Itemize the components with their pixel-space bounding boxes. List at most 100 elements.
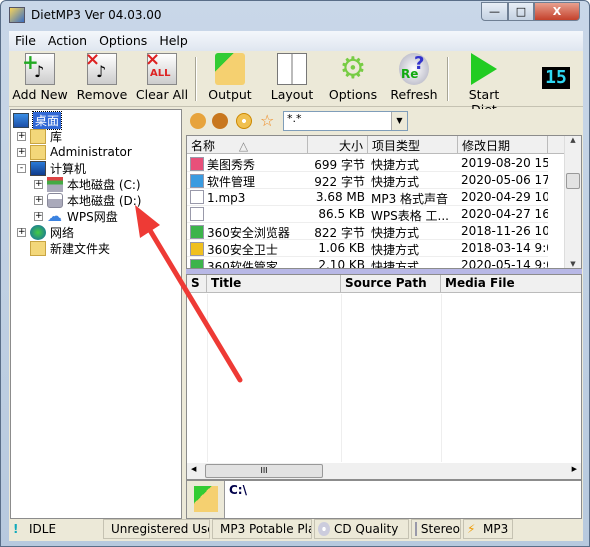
app-icon bbox=[9, 7, 25, 23]
add-new-button[interactable]: + ♪ Add New bbox=[12, 50, 68, 102]
tree-item-desktop[interactable]: 桌面 bbox=[13, 110, 63, 130]
tree-item-drive-d[interactable]: + 本地磁盘 (D:) bbox=[34, 192, 141, 208]
close-button[interactable]: X bbox=[534, 2, 580, 21]
cell-text: 软件管理 bbox=[207, 175, 256, 188]
file-icon bbox=[190, 190, 204, 204]
file-row[interactable]: 360安全浏览器 822 字节快捷方式 2018-11-26 10... bbox=[187, 223, 548, 240]
file-cell: 2018-03-14 9:05 bbox=[458, 240, 548, 256]
scroll-right-icon[interactable]: ▶ bbox=[572, 465, 577, 473]
refresh-button[interactable]: Re? Refresh bbox=[389, 53, 439, 102]
column-type[interactable]: 项目类型 bbox=[368, 136, 458, 153]
playlist[interactable]: S Title Source Path Media File ◀ III ▶ bbox=[186, 274, 582, 480]
scroll-thumb[interactable] bbox=[566, 173, 580, 189]
tools-icon[interactable] bbox=[190, 113, 206, 129]
file-row[interactable]: 360安全卫士 1.06 KB 快捷方式 2018-03-14 9:05 bbox=[187, 240, 548, 257]
output-label: Output bbox=[208, 87, 252, 102]
file-cell: 2018-11-26 10... bbox=[458, 223, 548, 239]
column-source-path[interactable]: Source Path bbox=[341, 275, 441, 292]
scroll-up-icon[interactable]: ▲ bbox=[565, 136, 581, 144]
speaker-icon[interactable] bbox=[212, 113, 228, 129]
scroll-down-icon[interactable]: ▼ bbox=[565, 260, 581, 268]
file-row[interactable]: 360软件管家 2.10 KB 快捷方式 2020-05-14 9:00 bbox=[187, 257, 548, 268]
expand-toggle[interactable]: + bbox=[34, 195, 43, 205]
column-modified[interactable]: 修改日期 bbox=[458, 136, 548, 153]
tree-item-administrator[interactable]: + Administrator bbox=[17, 144, 132, 160]
lcd-counter: 15 bbox=[542, 67, 570, 89]
column-size[interactable]: 大小 bbox=[308, 136, 368, 153]
tree-label: 桌面 bbox=[31, 110, 63, 130]
chevron-down-icon[interactable]: ▼ bbox=[391, 112, 407, 130]
minimize-button[interactable]: — bbox=[481, 2, 508, 21]
file-cell: 1.mp3 bbox=[187, 189, 308, 205]
cd-icon[interactable] bbox=[236, 113, 252, 129]
tree-label: 新建文件夹 bbox=[50, 241, 111, 256]
maximize-button[interactable]: □ bbox=[508, 2, 534, 21]
file-cell: 美图秀秀 bbox=[187, 155, 308, 171]
column-status[interactable]: S bbox=[187, 275, 207, 292]
cell-text: 快捷方式 bbox=[371, 243, 420, 256]
clear-all-button[interactable]: × ALL Clear All bbox=[135, 49, 189, 102]
status-text: MP3 Potable Player bbox=[220, 522, 311, 536]
clear-all-icon: × ALL bbox=[145, 49, 177, 85]
file-cell: 360安全浏览器 bbox=[187, 223, 308, 239]
tree-item-wps-cloud[interactable]: + ☁ WPS网盘 bbox=[34, 208, 118, 224]
cell-text: 822 字节 bbox=[314, 226, 365, 239]
column-name[interactable]: 名称 △ bbox=[187, 136, 308, 153]
tree-item-new-folder[interactable]: 新建文件夹 bbox=[30, 240, 110, 256]
vertical-scrollbar[interactable]: ▲ ▼ bbox=[564, 136, 581, 268]
output-folder-button[interactable] bbox=[187, 481, 225, 518]
file-cell: 3.68 MB bbox=[308, 189, 368, 205]
output-button[interactable]: Output bbox=[205, 53, 255, 102]
expand-toggle[interactable]: + bbox=[17, 227, 26, 237]
options-button[interactable]: ⚙ Options bbox=[327, 53, 379, 103]
collapse-toggle[interactable]: - bbox=[17, 163, 26, 173]
cell-text: 360安全卫士 bbox=[207, 243, 278, 256]
status-state: ! IDLE bbox=[9, 519, 101, 539]
cell-text: 86.5 KB bbox=[318, 207, 365, 221]
file-icon bbox=[190, 259, 204, 268]
start-diet-button[interactable]: Start Diet bbox=[455, 53, 513, 117]
file-row[interactable]: 1.mp3 3.68 MB MP3 格式声音 2020-04-29 10... bbox=[187, 189, 548, 206]
file-cell: 快捷方式 bbox=[368, 155, 458, 171]
tree-item-drive-c[interactable]: + 本地磁盘 (C:) bbox=[34, 176, 141, 192]
layout-button[interactable]: Layout bbox=[269, 53, 315, 102]
tree-item-network[interactable]: + 网络 bbox=[17, 224, 74, 240]
tree-item-library[interactable]: + 库 bbox=[17, 128, 62, 144]
column-media-file[interactable]: Media File bbox=[441, 275, 581, 292]
star-icon[interactable]: ☆ bbox=[260, 113, 276, 129]
file-row[interactable]: 软件管理 922 字节快捷方式 2020-05-06 17... bbox=[187, 172, 548, 189]
right-pane: ☆ *.* ▼ 名称 △ 大小 项目类型 修改日期 美图秀秀 699 字节 快捷方式 2… bbox=[186, 109, 582, 519]
cell-text: 快捷方式 bbox=[371, 158, 420, 171]
file-filter-select[interactable]: *.* ▼ bbox=[283, 111, 408, 131]
file-cell: 快捷方式 bbox=[368, 257, 458, 268]
file-cell: 822 字节 bbox=[308, 223, 368, 239]
menu-bar: File Action Options Help bbox=[9, 31, 583, 51]
menu-help[interactable]: Help bbox=[153, 31, 194, 51]
column-title[interactable]: Title bbox=[207, 275, 341, 292]
tree-item-computer[interactable]: - 计算机 bbox=[17, 160, 86, 176]
file-cell: 软件管理 bbox=[187, 172, 308, 188]
horizontal-scrollbar[interactable]: ◀ III ▶ bbox=[187, 463, 581, 479]
remove-button[interactable]: × ♪ Remove bbox=[76, 49, 128, 102]
file-cell: WPS表格 工... bbox=[368, 206, 458, 222]
output-panel: C:\ bbox=[186, 480, 582, 519]
refresh-icon: Re? bbox=[399, 53, 429, 85]
menu-file[interactable]: File bbox=[9, 31, 42, 51]
scroll-thumb[interactable]: III bbox=[205, 464, 323, 478]
menu-options[interactable]: Options bbox=[93, 31, 153, 51]
scroll-left-icon[interactable]: ◀ bbox=[191, 465, 196, 473]
lightning-icon: ⚡ bbox=[467, 522, 476, 536]
file-row[interactable]: 美图秀秀 699 字节快捷方式 2019-08-20 15... bbox=[187, 155, 548, 172]
expand-toggle[interactable]: + bbox=[17, 131, 26, 141]
file-list[interactable]: 名称 △ 大小 项目类型 修改日期 美图秀秀 699 字节 快捷方式 2019-08-… bbox=[186, 135, 582, 269]
file-cell: 快捷方式 bbox=[368, 223, 458, 239]
options-label: Options bbox=[328, 87, 378, 102]
file-row[interactable]: 86.5 KB WPS表格 工... 2020-04-27 16... bbox=[187, 206, 548, 223]
menu-action[interactable]: Action bbox=[42, 31, 93, 51]
expand-toggle[interactable]: + bbox=[34, 179, 43, 189]
folder-tree[interactable]: 桌面 + 库 + Administrator - 计算机 + 本地磁盘 (C:) + 本地… bbox=[10, 109, 182, 519]
expand-toggle[interactable]: + bbox=[34, 211, 43, 221]
cell-text: 1.06 KB bbox=[318, 241, 365, 255]
remove-file-icon: × ♪ bbox=[85, 49, 117, 85]
expand-toggle[interactable]: + bbox=[17, 147, 26, 157]
